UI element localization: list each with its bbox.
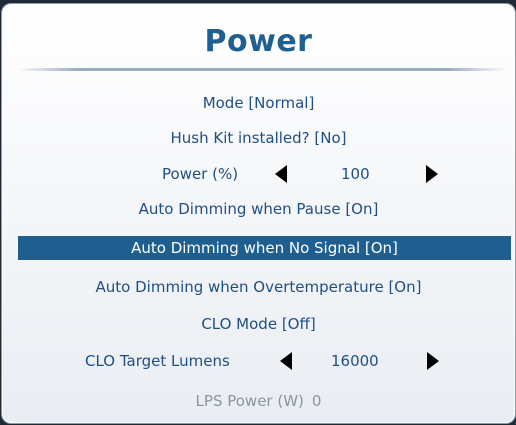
- menu-item-auto-dimming-overtemperature[interactable]: Auto Dimming when Overtemperature [On]: [2, 272, 515, 302]
- menu-item-clo-mode[interactable]: CLO Mode [Off]: [2, 309, 515, 339]
- lps-power-value: 0: [311, 392, 322, 410]
- menu-item-power-percent[interactable]: Power (%) 100: [2, 159, 515, 189]
- menu-item-auto-dimming-pause[interactable]: Auto Dimming when Pause [On]: [2, 194, 515, 224]
- menu-item-lps-power: LPS Power (W) 0: [2, 386, 515, 416]
- right-arrow-icon[interactable]: [426, 165, 438, 183]
- menu-item-auto-dimming-no-signal[interactable]: Auto Dimming when No Signal [On]: [18, 236, 511, 260]
- menu-item-mode[interactable]: Mode [Normal]: [2, 88, 515, 118]
- menu-item-clo-target-lumens[interactable]: CLO Target Lumens 16000: [2, 346, 515, 376]
- title-divider-highlight: [18, 71, 506, 72]
- power-menu-panel: Power Mode [Normal] Hush Kit installed? …: [1, 3, 516, 424]
- menu-item-hush-kit[interactable]: Hush Kit installed? [No]: [2, 123, 515, 153]
- lps-power-label: LPS Power (W): [195, 392, 304, 410]
- left-arrow-icon[interactable]: [275, 165, 287, 183]
- menu-title: Power: [204, 24, 313, 59]
- menu-item-auto-dimming-no-signal-label: Auto Dimming when No Signal [On]: [131, 239, 398, 257]
- power-percent-value: 100: [341, 165, 370, 183]
- power-percent-label: Power (%): [162, 165, 239, 183]
- clo-target-lumens-label: CLO Target Lumens: [85, 352, 230, 370]
- menu-item-hush-kit-label: Hush Kit installed? [No]: [170, 129, 347, 147]
- menu-item-clo-mode-label: CLO Mode [Off]: [201, 315, 316, 333]
- menu-item-mode-label: Mode [Normal]: [202, 94, 315, 112]
- right-arrow-icon[interactable]: [427, 352, 439, 370]
- clo-target-lumens-value: 16000: [331, 352, 379, 370]
- left-arrow-icon[interactable]: [280, 352, 292, 370]
- menu-item-auto-dimming-pause-label: Auto Dimming when Pause [On]: [138, 200, 379, 218]
- menu-item-auto-dimming-overtemperature-label: Auto Dimming when Overtemperature [On]: [95, 278, 422, 296]
